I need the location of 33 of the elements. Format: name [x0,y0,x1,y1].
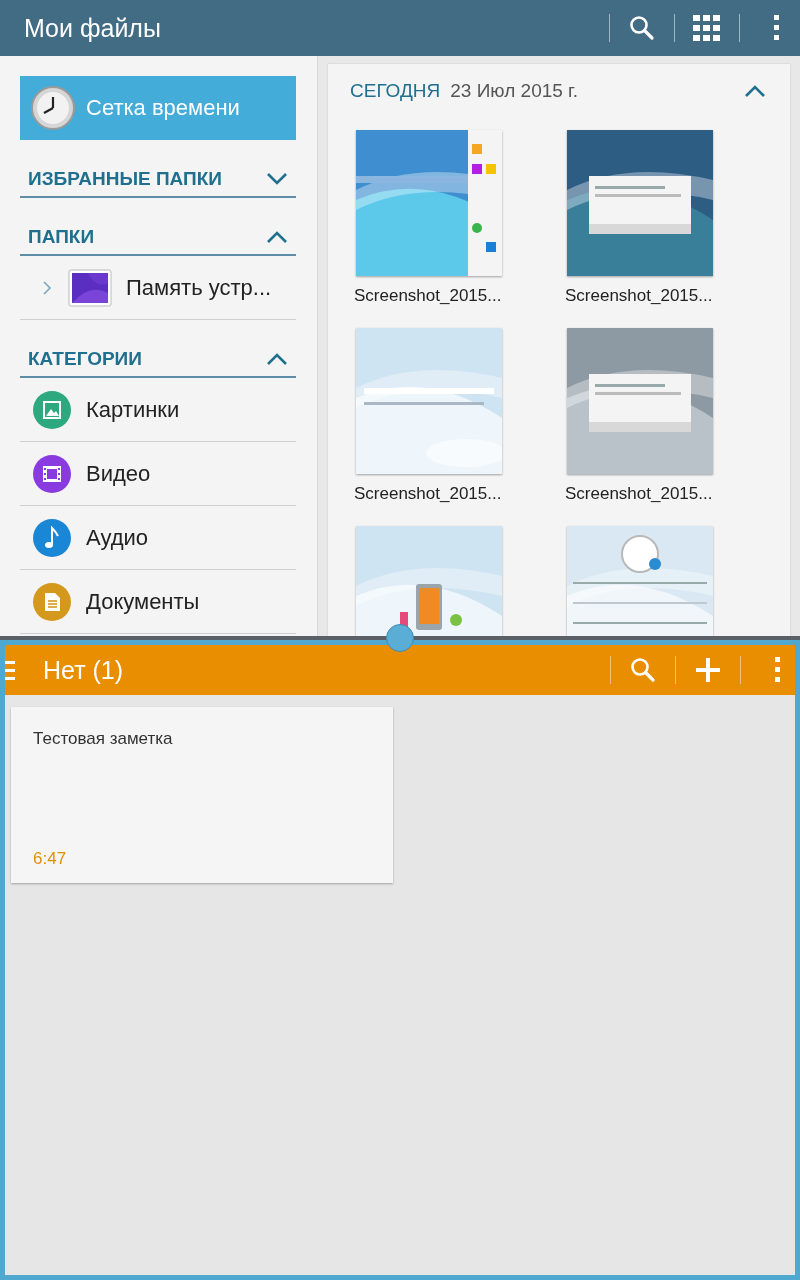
folder-thumbnail-icon [68,268,112,307]
section-header[interactable]: ИЗБРАННЫЕ ПАПКИ [20,162,296,198]
chevron-up-icon [266,230,288,244]
more-icon [774,15,780,41]
search-icon [630,657,656,683]
app-title: Мои файлы [24,13,162,43]
grid-icon [693,15,721,41]
file-name: Screenshot_2015... [354,286,502,306]
chevron-up-icon [266,352,288,366]
more-icon [775,657,781,683]
note-time: 6:47 [33,849,68,869]
plus-icon [696,658,720,682]
file-name: Screenshot_2015... [565,286,713,306]
search-icon [629,15,655,41]
sidebar-item[interactable]: Память устр... [20,256,296,320]
chevron-down-icon [266,172,288,186]
section-header[interactable]: ПАПКИ [20,220,296,256]
sidebar-item[interactable]: Документы [20,570,296,634]
group-date: 23 Июл 2015 г. [450,80,579,102]
chevron-up-icon [744,84,766,98]
note-card[interactable]: Тестовая заметка 6:47 [11,707,393,883]
sidebar-item[interactable]: Видео [20,442,296,506]
file-name: Screenshot_2015... [354,484,502,504]
file-name: Screenshot_2015... [565,484,713,504]
group-title: СЕГОДНЯ [350,80,441,102]
section-header[interactable]: КАТЕГОРИИ [20,342,296,378]
clock-icon [30,85,76,131]
sidebar-item[interactable]: Картинки [20,378,296,442]
chevron-right-icon [42,279,52,296]
app-title: Нет (1) [43,655,125,685]
menu-icon [5,659,15,681]
note-title: Тестовая заметка [33,729,174,749]
sidebar-item[interactable]: Аудио [20,506,296,570]
